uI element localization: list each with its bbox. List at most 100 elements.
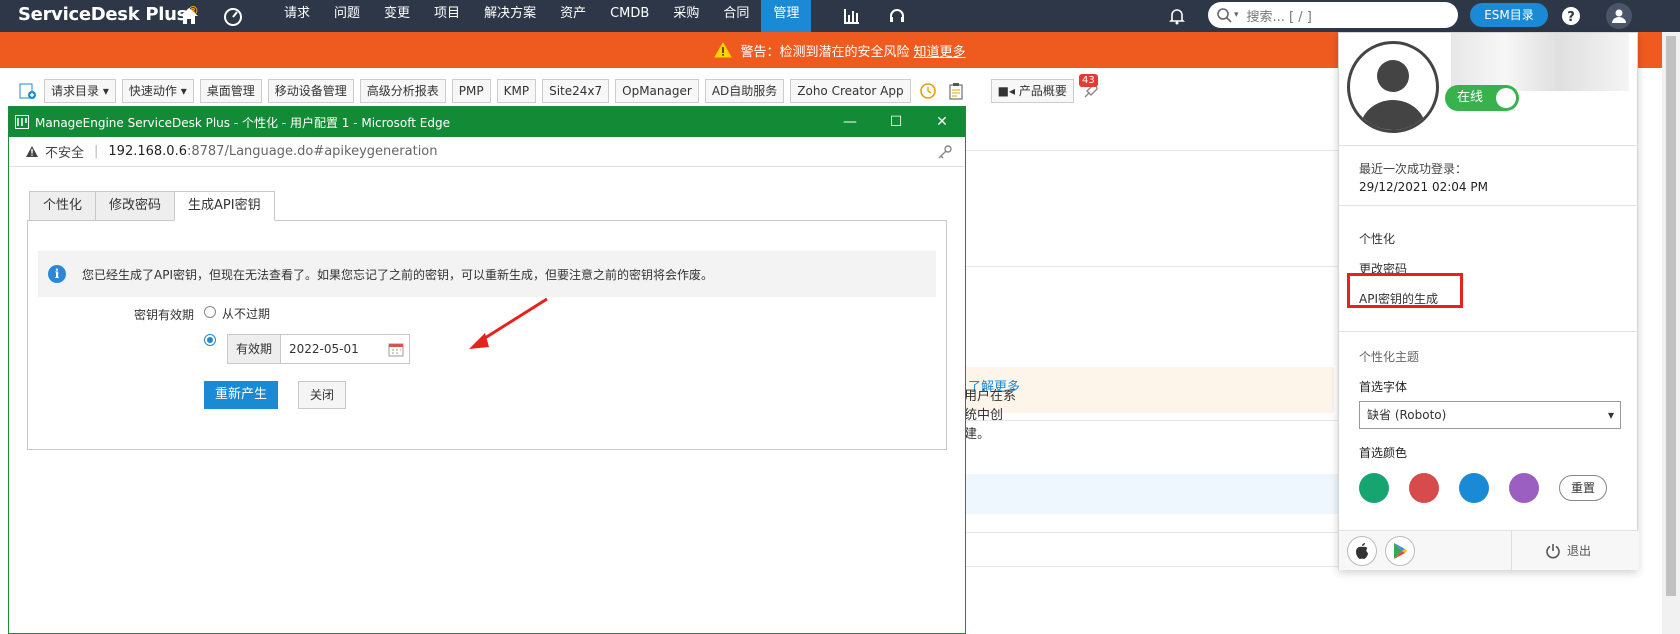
color-swatch-purple[interactable] — [1509, 473, 1539, 503]
info-icon: i — [48, 265, 66, 283]
calendar-icon[interactable] — [388, 341, 404, 357]
never-expire-radio[interactable] — [204, 306, 216, 318]
nav-projects[interactable]: 项目 — [422, 0, 472, 32]
warning-icon — [26, 146, 38, 157]
chevron-down-icon: ▾ — [180, 84, 187, 98]
regenerate-button[interactable]: 重新产生 — [204, 381, 278, 409]
color-swatches: 重置 — [1359, 473, 1607, 503]
quick-actions-button[interactable]: 快速动作 ▾ — [121, 79, 194, 103]
close-button[interactable]: 关闭 — [298, 381, 346, 409]
settings-tabs: 个性化 修改密码 生成API密钥 — [29, 191, 275, 221]
window-titlebar: ManageEngine ServiceDesk Plus - 个性化 - 用户… — [9, 107, 965, 137]
nav-links: 请求 问题 变更 项目 解决方案 资产 CMDB 采购 合同 管理 — [272, 0, 812, 32]
expiry-date-value[interactable]: 2022-05-01 — [281, 342, 388, 356]
font-label: 首选字体 — [1359, 380, 1408, 394]
esm-directory-button[interactable]: ESM目录 — [1470, 3, 1548, 27]
page-scrollbar[interactable] — [1662, 32, 1680, 634]
expiry-date-radio[interactable] — [204, 334, 216, 346]
color-swatch-blue[interactable] — [1459, 473, 1489, 503]
opmanager-button[interactable]: OpManager — [615, 79, 699, 103]
desktop-management-button[interactable]: 桌面管理 — [199, 79, 262, 103]
tab-personalize[interactable]: 个性化 — [29, 191, 97, 221]
window-title: ManageEngine ServiceDesk Plus - 个性化 - 用户… — [35, 115, 450, 130]
annotation-arrow-icon — [469, 297, 548, 349]
not-secure-label[interactable]: 不安全 — [45, 142, 84, 161]
search-scope-caret-icon[interactable]: ▾ — [1234, 10, 1239, 20]
quick-actions-label: 快速动作 — [128, 84, 177, 98]
advanced-analytics-button[interactable]: 高级分析报表 — [359, 79, 446, 103]
search-placeholder: 搜索... [ / ] — [1246, 9, 1312, 25]
zoho-creator-button[interactable]: Zoho Creator App — [790, 79, 911, 103]
color-swatch-green[interactable] — [1359, 473, 1389, 503]
kmp-button[interactable]: KMP — [496, 79, 537, 103]
site24x7-button[interactable]: Site24x7 — [542, 79, 610, 103]
key-icon[interactable] — [937, 144, 953, 160]
expiry-date-field[interactable]: 有效期 2022-05-01 — [227, 334, 410, 364]
scrollbar-thumb[interactable] — [1666, 36, 1676, 596]
edge-popup-window: ManageEngine ServiceDesk Plus - 个性化 - 用户… — [8, 106, 966, 634]
new-request-icon[interactable] — [16, 80, 38, 102]
tab-change-password[interactable]: 修改密码 — [95, 191, 176, 221]
clipboard-icon[interactable] — [945, 80, 967, 102]
reports-icon[interactable] — [841, 5, 863, 27]
link-personalize[interactable]: 个性化 — [1359, 230, 1395, 247]
warning-learn-more-link[interactable]: 知道更多 — [914, 41, 966, 60]
product-overview-label: 产品概要 — [1018, 84, 1067, 98]
font-select[interactable]: 缺省 (Roboto) ▾ — [1359, 401, 1621, 429]
help-icon[interactable]: ? — [1560, 5, 1582, 27]
app-favicon-icon — [15, 115, 29, 129]
home-icon[interactable] — [178, 5, 200, 27]
user-profile-dropdown: 在线 最近一次成功登录： 29/12/2021 02:04 PM 个性化 更改密… — [1338, 32, 1639, 571]
minimize-button[interactable]: — — [827, 107, 873, 137]
never-expire-label: 从不过期 — [222, 307, 271, 321]
nav-contracts[interactable]: 合同 — [711, 0, 761, 32]
key-validity-label: 密钥有效期 — [134, 308, 195, 322]
color-swatch-red[interactable] — [1409, 473, 1439, 503]
logout-button[interactable]: 退出 — [1545, 542, 1591, 559]
google-play-icon[interactable] — [1385, 536, 1415, 566]
avatar — [1347, 41, 1439, 133]
mdm-button[interactable]: 移动设备管理 — [267, 79, 354, 103]
font-select-value: 缺省 (Roboto) — [1367, 408, 1447, 422]
theme-title: 个性化主题 — [1359, 350, 1420, 364]
logout-label: 退出 — [1567, 544, 1592, 558]
close-window-button[interactable]: ✕ — [919, 107, 965, 137]
url-host: 192.168.0.6 — [108, 144, 187, 159]
maximize-button[interactable]: ☐ — [873, 107, 919, 137]
bell-icon[interactable] — [1166, 5, 1188, 27]
ad-selfservice-button[interactable]: AD自助服务 — [704, 79, 785, 103]
chevron-down-icon: ▾ — [1607, 408, 1614, 422]
nav-assets[interactable]: 资产 — [548, 0, 598, 32]
expiry-prefix-label: 有效期 — [228, 335, 282, 363]
nav-problems[interactable]: 问题 — [322, 0, 372, 32]
chevron-down-icon: ▾ — [102, 84, 109, 98]
nav-changes[interactable]: 变更 — [372, 0, 422, 32]
reset-color-button[interactable]: 重置 — [1559, 475, 1607, 501]
request-catalog-button[interactable]: 请求目录 ▾ — [44, 79, 116, 103]
nav-cmdb[interactable]: CMDB — [598, 0, 661, 32]
notification-count-badge: 43 — [1079, 74, 1098, 87]
nav-requests[interactable]: 请求 — [272, 0, 322, 32]
online-status-toggle[interactable]: 在线 — [1445, 85, 1519, 111]
app-logo[interactable]: ServiceDesk Plus® — [18, 4, 199, 25]
pmp-button[interactable]: PMP — [451, 79, 491, 103]
headset-icon[interactable] — [886, 5, 908, 27]
nav-admin[interactable]: 管理 — [761, 0, 812, 32]
last-login-value: 29/12/2021 02:04 PM — [1359, 180, 1488, 194]
search-icon — [1217, 8, 1232, 23]
dashboard-icon[interactable] — [222, 5, 244, 27]
clock-icon[interactable] — [917, 80, 939, 102]
nav-purchase[interactable]: 采购 — [661, 0, 711, 32]
tab-generate-api-key[interactable]: 生成API密钥 — [174, 191, 275, 221]
apple-store-icon[interactable] — [1347, 536, 1377, 566]
product-overview-button[interactable]: ■◂ 产品概要 — [990, 79, 1074, 103]
color-label: 首选颜色 — [1359, 446, 1408, 460]
top-nav: ServiceDesk Plus® 请求 问题 变更 项目 解决方案 资产 CM… — [0, 0, 1680, 32]
last-login-label: 最近一次成功登录： — [1359, 162, 1468, 176]
annotation-highlight-box — [1347, 273, 1463, 308]
nav-solutions[interactable]: 解决方案 — [472, 0, 548, 32]
global-search[interactable]: ▾ 搜索... [ / ] — [1208, 2, 1458, 28]
address-bar[interactable]: 不安全 | 192.168.0.6:8787/Language.do#apike… — [9, 137, 965, 167]
user-menu-icon[interactable] — [1606, 3, 1632, 29]
status-label: 在线 — [1457, 90, 1484, 105]
